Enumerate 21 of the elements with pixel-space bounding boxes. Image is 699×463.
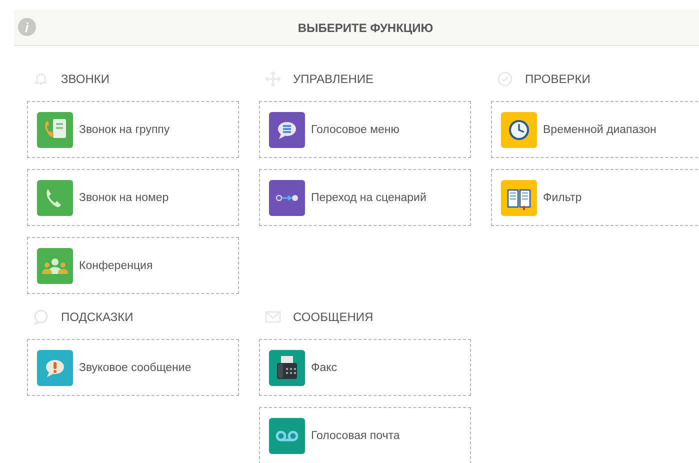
check-circle-icon	[497, 71, 513, 87]
section-title: СООБЩЕНИЯ	[293, 310, 374, 324]
section-title: УПРАВЛЕНИЕ	[293, 72, 374, 86]
function-card[interactable]: Звонок на номер	[27, 169, 239, 226]
function-card[interactable]: Голосовая почта	[259, 407, 471, 463]
function-card[interactable]: Переход на сценарий	[259, 169, 471, 226]
speech-bubble-icon	[33, 309, 49, 325]
envelope-icon	[265, 309, 281, 325]
section-title: ПОДСКАЗКИ	[61, 310, 134, 324]
section-title: ЗВОНКИ	[61, 72, 110, 86]
info-icon[interactable]	[18, 18, 36, 36]
function-card[interactable]: Временной диапазон	[491, 101, 699, 158]
function-card[interactable]: Голосовое меню	[259, 101, 471, 158]
function-card[interactable]: Звонок на группу	[27, 101, 239, 158]
header-title: ВЫБЕРИТЕ ФУНКЦИЮ	[298, 20, 434, 34]
section-title: ПРОВЕРКИ	[525, 72, 590, 86]
function-card[interactable]: Звуковое сообщение	[27, 339, 239, 396]
bell-icon	[33, 71, 49, 87]
function-card[interactable]: Конференция	[27, 237, 239, 294]
function-card[interactable]: Факс	[259, 339, 471, 396]
function-card[interactable]: Фильтр	[491, 169, 699, 226]
